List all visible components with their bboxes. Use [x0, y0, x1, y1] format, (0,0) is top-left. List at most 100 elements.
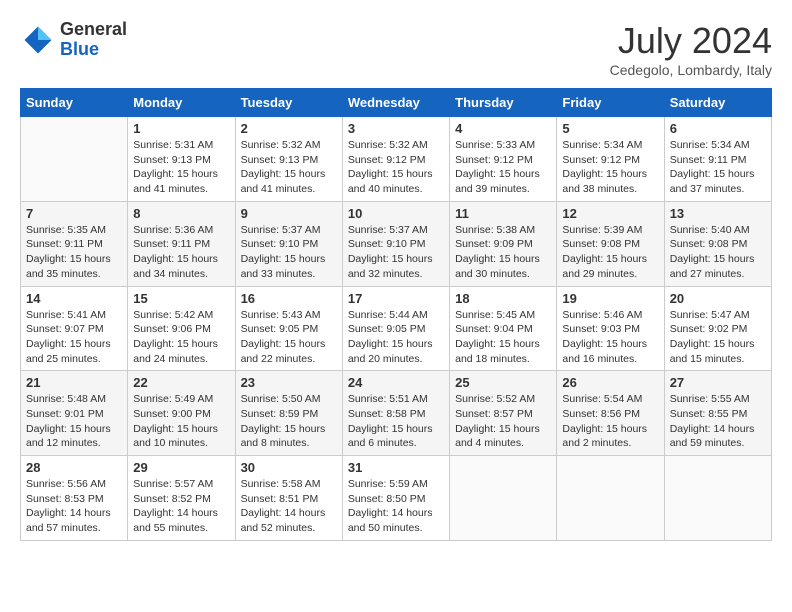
day-number: 6: [670, 121, 766, 136]
calendar-cell: 2 Sunrise: 5:32 AM Sunset: 9:13 PM Daylig…: [235, 117, 342, 202]
day-number: 23: [241, 375, 337, 390]
cell-content: Sunrise: 5:32 AM Sunset: 9:13 PM Dayligh…: [241, 138, 337, 197]
calendar-cell: [21, 117, 128, 202]
day-number: 7: [26, 206, 122, 221]
day-number: 10: [348, 206, 444, 221]
logo: General Blue: [20, 20, 127, 60]
calendar-cell: 30 Sunrise: 5:58 AM Sunset: 8:51 PM Dayli…: [235, 456, 342, 541]
day-number: 8: [133, 206, 229, 221]
day-number: 16: [241, 291, 337, 306]
calendar-cell: 21 Sunrise: 5:48 AM Sunset: 9:01 PM Dayli…: [21, 371, 128, 456]
calendar-cell: 1 Sunrise: 5:31 AM Sunset: 9:13 PM Daylig…: [128, 117, 235, 202]
calendar-cell: 11Sunrise: 5:38 AM Sunset: 9:09 PM Dayli…: [450, 201, 557, 286]
month-title: July 2024: [610, 20, 772, 62]
week-row-5: 28 Sunrise: 5:56 AM Sunset: 8:53 PM Dayli…: [21, 456, 772, 541]
day-number: 28: [26, 460, 122, 475]
cell-content: Sunrise: 5:35 AM Sunset: 9:11 PM Dayligh…: [26, 223, 122, 282]
day-header-sunday: Sunday: [21, 89, 128, 117]
cell-content: Sunrise: 5:55 AM Sunset: 8:55 PM Dayligh…: [670, 392, 766, 451]
calendar-cell: 25 Sunrise: 5:52 AM Sunset: 8:57 PM Dayli…: [450, 371, 557, 456]
cell-content: Sunrise: 5:50 AM Sunset: 8:59 PM Dayligh…: [241, 392, 337, 451]
calendar-cell: 7 Sunrise: 5:35 AM Sunset: 9:11 PM Daylig…: [21, 201, 128, 286]
calendar-cell: 13Sunrise: 5:40 AM Sunset: 9:08 PM Dayli…: [664, 201, 771, 286]
day-header-wednesday: Wednesday: [342, 89, 449, 117]
calendar-cell: 17 Sunrise: 5:44 AM Sunset: 9:05 PM Dayli…: [342, 286, 449, 371]
calendar-cell: 19 Sunrise: 5:46 AM Sunset: 9:03 PM Dayli…: [557, 286, 664, 371]
calendar-cell: 4 Sunrise: 5:33 AM Sunset: 9:12 PM Daylig…: [450, 117, 557, 202]
day-number: 5: [562, 121, 658, 136]
cell-content: Sunrise: 5:49 AM Sunset: 9:00 PM Dayligh…: [133, 392, 229, 451]
day-number: 9: [241, 206, 337, 221]
day-number: 11: [455, 206, 551, 221]
cell-content: Sunrise: 5:32 AM Sunset: 9:12 PM Dayligh…: [348, 138, 444, 197]
calendar-cell: 20Sunrise: 5:47 AM Sunset: 9:02 PM Dayli…: [664, 286, 771, 371]
cell-content: Sunrise: 5:36 AM Sunset: 9:11 PM Dayligh…: [133, 223, 229, 282]
day-number: 1: [133, 121, 229, 136]
calendar-table: SundayMondayTuesdayWednesdayThursdayFrid…: [20, 88, 772, 541]
day-number: 2: [241, 121, 337, 136]
day-number: 25: [455, 375, 551, 390]
day-header-thursday: Thursday: [450, 89, 557, 117]
cell-content: Sunrise: 5:33 AM Sunset: 9:12 PM Dayligh…: [455, 138, 551, 197]
cell-content: Sunrise: 5:31 AM Sunset: 9:13 PM Dayligh…: [133, 138, 229, 197]
calendar-cell: 3 Sunrise: 5:32 AM Sunset: 9:12 PM Daylig…: [342, 117, 449, 202]
cell-content: Sunrise: 5:37 AM Sunset: 9:10 PM Dayligh…: [241, 223, 337, 282]
cell-content: Sunrise: 5:44 AM Sunset: 9:05 PM Dayligh…: [348, 308, 444, 367]
cell-content: Sunrise: 5:52 AM Sunset: 8:57 PM Dayligh…: [455, 392, 551, 451]
day-header-friday: Friday: [557, 89, 664, 117]
cell-content: Sunrise: 5:58 AM Sunset: 8:51 PM Dayligh…: [241, 477, 337, 536]
calendar-cell: 12Sunrise: 5:39 AM Sunset: 9:08 PM Dayli…: [557, 201, 664, 286]
day-number: 12: [562, 206, 658, 221]
calendar-cell: 28 Sunrise: 5:56 AM Sunset: 8:53 PM Dayli…: [21, 456, 128, 541]
day-number: 30: [241, 460, 337, 475]
day-number: 17: [348, 291, 444, 306]
calendar-cell: 26Sunrise: 5:54 AM Sunset: 8:56 PM Dayli…: [557, 371, 664, 456]
calendar-cell: 18 Sunrise: 5:45 AM Sunset: 9:04 PM Dayli…: [450, 286, 557, 371]
cell-content: Sunrise: 5:48 AM Sunset: 9:01 PM Dayligh…: [26, 392, 122, 451]
day-number: 22: [133, 375, 229, 390]
day-number: 18: [455, 291, 551, 306]
calendar-cell: 31Sunrise: 5:59 AM Sunset: 8:50 PM Dayli…: [342, 456, 449, 541]
cell-content: Sunrise: 5:54 AM Sunset: 8:56 PM Dayligh…: [562, 392, 658, 451]
week-row-4: 21 Sunrise: 5:48 AM Sunset: 9:01 PM Dayli…: [21, 371, 772, 456]
cell-content: Sunrise: 5:56 AM Sunset: 8:53 PM Dayligh…: [26, 477, 122, 536]
day-number: 27: [670, 375, 766, 390]
week-row-2: 7 Sunrise: 5:35 AM Sunset: 9:11 PM Daylig…: [21, 201, 772, 286]
cell-content: Sunrise: 5:37 AM Sunset: 9:10 PM Dayligh…: [348, 223, 444, 282]
calendar-cell: 24Sunrise: 5:51 AM Sunset: 8:58 PM Dayli…: [342, 371, 449, 456]
cell-content: Sunrise: 5:46 AM Sunset: 9:03 PM Dayligh…: [562, 308, 658, 367]
header-row: SundayMondayTuesdayWednesdayThursdayFrid…: [21, 89, 772, 117]
calendar-cell: [664, 456, 771, 541]
cell-content: Sunrise: 5:42 AM Sunset: 9:06 PM Dayligh…: [133, 308, 229, 367]
calendar-cell: [450, 456, 557, 541]
logo-text: General Blue: [60, 20, 127, 60]
day-number: 4: [455, 121, 551, 136]
week-row-3: 14 Sunrise: 5:41 AM Sunset: 9:07 PM Dayli…: [21, 286, 772, 371]
cell-content: Sunrise: 5:45 AM Sunset: 9:04 PM Dayligh…: [455, 308, 551, 367]
day-header-monday: Monday: [128, 89, 235, 117]
day-header-saturday: Saturday: [664, 89, 771, 117]
day-number: 21: [26, 375, 122, 390]
calendar-cell: 29Sunrise: 5:57 AM Sunset: 8:52 PM Dayli…: [128, 456, 235, 541]
calendar-cell: 10 Sunrise: 5:37 AM Sunset: 9:10 PM Dayli…: [342, 201, 449, 286]
calendar-cell: 27 Sunrise: 5:55 AM Sunset: 8:55 PM Dayli…: [664, 371, 771, 456]
cell-content: Sunrise: 5:34 AM Sunset: 9:12 PM Dayligh…: [562, 138, 658, 197]
page-header: General Blue July 2024 Cedegolo, Lombard…: [20, 20, 772, 78]
day-number: 15: [133, 291, 229, 306]
day-number: 13: [670, 206, 766, 221]
calendar-cell: 22 Sunrise: 5:49 AM Sunset: 9:00 PM Dayli…: [128, 371, 235, 456]
logo-icon: [20, 22, 56, 58]
calendar-cell: 23 Sunrise: 5:50 AM Sunset: 8:59 PM Dayli…: [235, 371, 342, 456]
calendar-cell: 16Sunrise: 5:43 AM Sunset: 9:05 PM Dayli…: [235, 286, 342, 371]
day-number: 3: [348, 121, 444, 136]
day-number: 19: [562, 291, 658, 306]
cell-content: Sunrise: 5:41 AM Sunset: 9:07 PM Dayligh…: [26, 308, 122, 367]
calendar-cell: [557, 456, 664, 541]
cell-content: Sunrise: 5:59 AM Sunset: 8:50 PM Dayligh…: [348, 477, 444, 536]
day-number: 14: [26, 291, 122, 306]
calendar-cell: 8 Sunrise: 5:36 AM Sunset: 9:11 PM Daylig…: [128, 201, 235, 286]
cell-content: Sunrise: 5:47 AM Sunset: 9:02 PM Dayligh…: [670, 308, 766, 367]
calendar-cell: 14 Sunrise: 5:41 AM Sunset: 9:07 PM Dayli…: [21, 286, 128, 371]
calendar-cell: 9 Sunrise: 5:37 AM Sunset: 9:10 PM Daylig…: [235, 201, 342, 286]
day-header-tuesday: Tuesday: [235, 89, 342, 117]
